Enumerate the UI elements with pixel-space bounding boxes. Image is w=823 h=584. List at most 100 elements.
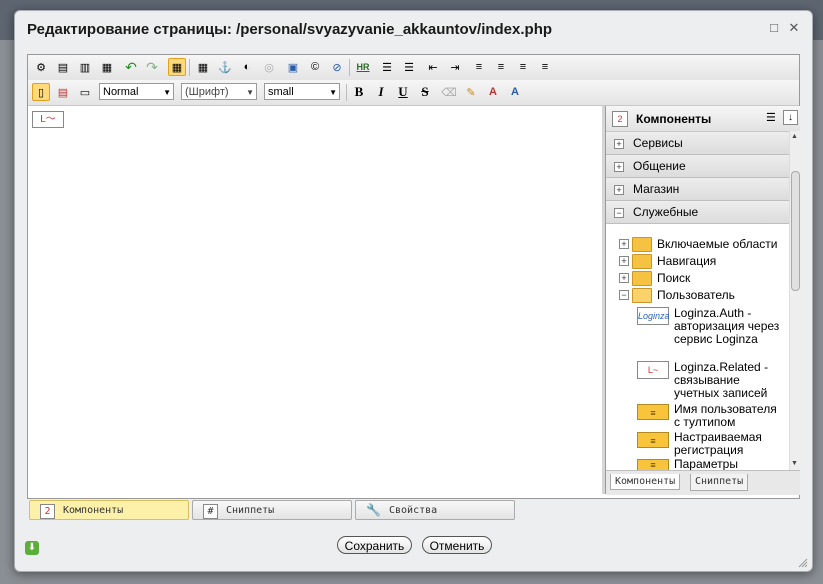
align-justify-icon[interactable]: ≡	[536, 58, 554, 76]
expand-icon[interactable]: +	[619, 273, 629, 283]
user-tooltip-icon: ≡	[637, 404, 669, 420]
ordered-list-icon[interactable]: ☰	[378, 58, 396, 76]
expand-icon: +	[614, 162, 624, 172]
hr-icon[interactable]: HR	[354, 58, 372, 76]
group-label: Общение	[633, 159, 686, 173]
scroll-down-icon[interactable]: ▼	[791, 460, 798, 467]
table-border-icon[interactable]: ▦	[168, 58, 186, 76]
registration-icon: ≡	[637, 432, 669, 448]
collapse-icon: −	[614, 208, 624, 218]
maximize-icon[interactable]: □	[767, 21, 781, 35]
toolbar-row-2: ▯ ▤ ▭ Normal ▼ (Шрифт) ▼ small ▼ B I U S ⌫ …	[28, 80, 799, 106]
font-select[interactable]: (Шрифт) ▼	[181, 83, 257, 100]
snippets-icon: #	[203, 504, 218, 519]
group-communication[interactable]: + Общение	[606, 155, 789, 178]
brush-icon[interactable]: ✎	[462, 83, 480, 101]
editor-content[interactable]: L〜	[28, 106, 601, 494]
align-center-icon[interactable]: ≡	[492, 58, 510, 76]
components-icon: 2	[612, 111, 628, 127]
size-select[interactable]: small ▼	[264, 83, 340, 100]
panel-header: 2 Компоненты ☰ ↓	[606, 106, 800, 132]
settings-icon[interactable]: ⚙	[32, 58, 50, 76]
cancel-button[interactable]: Отменить	[422, 536, 492, 554]
copyright-icon[interactable]: ©	[306, 58, 324, 76]
wrench-icon: 🔧	[366, 503, 381, 517]
bold-button[interactable]: B	[350, 83, 368, 101]
html-editor: ⚙ ▤ ▥ ▦ ↶ ↷ ▦ ▦ ⚓ ◐ ◎ ▣ © ⊘ HR ☰ ☰ ⇤ ⇥ ≡…	[27, 54, 801, 499]
scrollbar-thumb[interactable]	[791, 171, 800, 291]
format-select[interactable]: Normal ▼	[99, 83, 174, 100]
paste-text-icon[interactable]: ▦	[98, 58, 116, 76]
background-color-icon[interactable]: A	[506, 83, 524, 101]
component-loginza-related[interactable]: Loginza.Related - связывание учетных зап…	[674, 361, 784, 400]
panel-tab-components[interactable]: Компоненты	[610, 474, 681, 490]
paste-word-icon[interactable]: ▥	[76, 58, 94, 76]
tab-components[interactable]: 2 Компоненты	[29, 500, 189, 520]
code-mode-icon[interactable]: ▤	[54, 83, 72, 101]
group-label: Сервисы	[633, 136, 683, 150]
table-icon[interactable]: ▦	[194, 58, 212, 76]
tab-snippets[interactable]: # Сниппеты	[192, 500, 352, 520]
panel-tab-snippets[interactable]: Сниппеты	[690, 474, 749, 491]
scroll-up-icon[interactable]: ▲	[791, 133, 798, 140]
flash-icon[interactable]: ◐	[238, 58, 256, 76]
outdent-icon[interactable]: ⇤	[424, 58, 442, 76]
edit-page-dialog: Редактирование страницы: /personal/svyaz…	[14, 10, 813, 572]
resize-grip-icon[interactable]	[798, 557, 808, 568]
folder-user[interactable]: Пользователь	[657, 288, 735, 302]
unordered-list-icon[interactable]: ☰	[400, 58, 418, 76]
download-icon[interactable]: ↓	[783, 110, 798, 125]
image-icon[interactable]: ▣	[284, 58, 302, 76]
italic-button[interactable]: I	[372, 83, 390, 101]
expand-icon[interactable]: +	[619, 256, 629, 266]
underline-button[interactable]: U	[394, 83, 412, 101]
text-color-icon[interactable]: A	[484, 83, 502, 101]
strike-button[interactable]: S	[416, 83, 434, 101]
wysiwyg-mode-icon[interactable]: ▯	[32, 83, 50, 101]
close-icon[interactable]: ✕	[787, 21, 801, 35]
component-loginza-auth[interactable]: Loginza.Auth - авторизация через сервис …	[674, 307, 784, 346]
panel-scrollbar[interactable]: ▲ ▼	[789, 131, 801, 470]
chevron-down-icon: ▼	[246, 88, 254, 97]
collapse-icon[interactable]: −	[619, 290, 629, 300]
align-left-icon[interactable]: ≡	[470, 58, 488, 76]
component-parameters[interactable]: Параметры	[674, 458, 784, 470]
loginza-auth-icon: Loginza	[637, 307, 670, 325]
anchor-icon[interactable]: ⚓	[216, 58, 234, 76]
group-shop[interactable]: + Магазин	[606, 178, 789, 201]
folder-icon	[632, 237, 652, 252]
download-icon[interactable]: ⬇	[25, 541, 39, 555]
expand-icon[interactable]: +	[619, 239, 629, 249]
folder-icon	[632, 254, 652, 269]
link-icon[interactable]: ⊘	[328, 58, 346, 76]
group-services[interactable]: + Сервисы	[606, 132, 789, 155]
loginza-related-icon: L~	[637, 361, 669, 379]
group-label: Служебные	[633, 205, 699, 219]
undo-icon[interactable]: ↶	[122, 58, 140, 76]
indent-icon[interactable]: ⇥	[446, 58, 464, 76]
toolbar-row-1: ⚙ ▤ ▥ ▦ ↶ ↷ ▦ ▦ ⚓ ◐ ◎ ▣ © ⊘ HR ☰ ☰ ⇤ ⇥ ≡…	[28, 55, 799, 81]
list-view-icon[interactable]: ☰	[766, 111, 776, 124]
align-right-icon[interactable]: ≡	[514, 58, 532, 76]
folder-navigation[interactable]: Навигация	[657, 254, 716, 268]
folder-include-areas[interactable]: Включаемые области	[657, 237, 778, 251]
tab-properties[interactable]: 🔧 Свойства	[355, 500, 515, 520]
save-button[interactable]: Сохранить	[337, 536, 412, 554]
tab-label: Сниппеты	[226, 505, 275, 516]
size-select-value: small	[268, 86, 294, 98]
group-service[interactable]: − Служебные	[606, 201, 789, 224]
split-mode-icon[interactable]: ▭	[76, 83, 94, 101]
folder-icon	[632, 271, 652, 286]
page-icon[interactable]: ▤	[54, 58, 72, 76]
group-label: Магазин	[633, 182, 680, 196]
loginza-related-component-icon[interactable]: L〜	[32, 111, 64, 128]
panel-title: Компоненты	[636, 112, 712, 126]
redo-icon[interactable]: ↷	[143, 58, 161, 76]
media-icon[interactable]: ◎	[260, 58, 278, 76]
component-user-name-tooltip[interactable]: Имя пользователя с тултипом	[674, 403, 784, 429]
format-select-value: Normal	[103, 86, 139, 98]
dialog-title: Редактирование страницы: /personal/svyaz…	[27, 21, 553, 38]
eraser-icon[interactable]: ⌫	[440, 83, 458, 101]
folder-search[interactable]: Поиск	[657, 271, 690, 285]
component-custom-registration[interactable]: Настраиваемая регистрация	[674, 431, 784, 457]
